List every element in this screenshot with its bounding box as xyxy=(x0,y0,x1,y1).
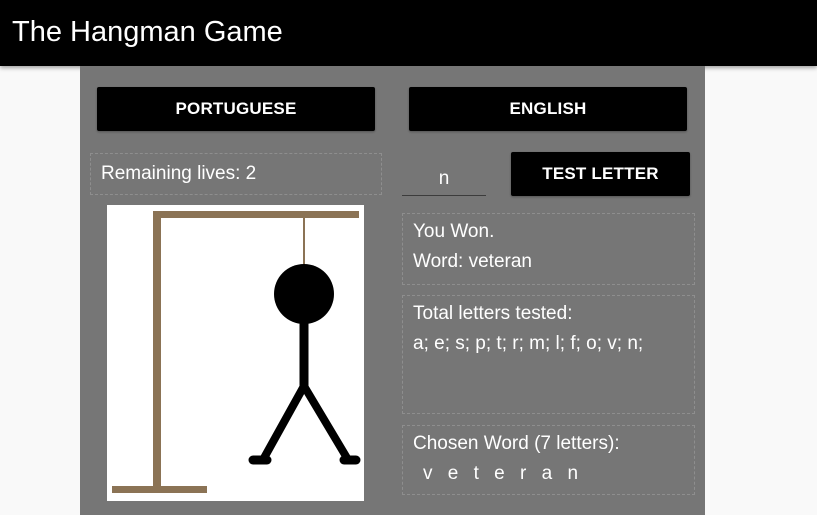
game-panel: PORTUGUESE ENGLISH Remaining lives: 2 TE… xyxy=(80,66,705,515)
remaining-lives-text: Remaining lives: 2 xyxy=(101,163,257,184)
letter-input[interactable] xyxy=(402,162,486,196)
hangman-left-leg xyxy=(260,382,308,462)
hangman-right-leg xyxy=(300,382,351,462)
tested-letters-list: a; e; s; p; t; r; m; l; f; o; v; n; xyxy=(413,333,644,354)
result-box: You Won. Word: veteran xyxy=(402,213,695,285)
chosen-word-box: Chosen Word (7 letters): v e t e r a n xyxy=(402,425,695,495)
gallows-post xyxy=(153,213,161,493)
tested-letters-box: Total letters tested: a; e; s; p; t; r; … xyxy=(402,295,695,414)
remaining-lives-box: Remaining lives: 2 xyxy=(90,153,382,195)
hangman-head xyxy=(274,264,334,324)
hangman-figure-icon xyxy=(112,211,361,493)
chosen-word-heading: Chosen Word (7 letters): xyxy=(413,433,620,454)
result-message: You Won. xyxy=(413,221,495,242)
tested-letters-heading: Total letters tested: xyxy=(413,303,573,324)
portuguese-button[interactable]: PORTUGUESE xyxy=(97,87,375,131)
chosen-word-letters: v e t e r a n xyxy=(423,463,584,484)
result-word: Word: veteran xyxy=(413,251,532,272)
gallows-beam xyxy=(153,211,359,218)
test-letter-button[interactable]: TEST LETTER xyxy=(511,152,690,196)
app-title: The Hangman Game xyxy=(12,16,283,48)
app-header: The Hangman Game xyxy=(0,0,817,66)
hangman-drawing xyxy=(107,205,364,501)
english-button[interactable]: ENGLISH xyxy=(409,87,687,131)
